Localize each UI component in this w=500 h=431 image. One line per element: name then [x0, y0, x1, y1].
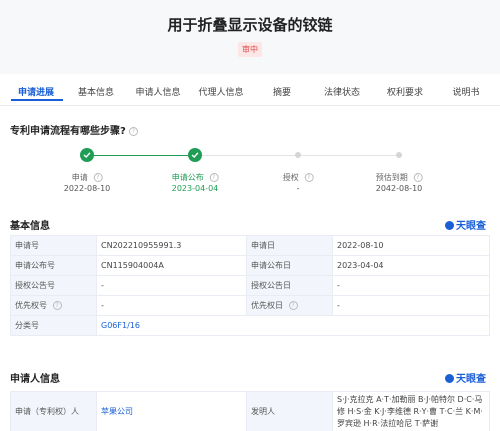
field-label: 申请公布号: [10, 255, 97, 276]
table-row: 分类号 G06F1/16: [10, 315, 490, 336]
step-label-text: 申请: [71, 173, 88, 182]
field-label-text: 优先权日: [251, 301, 283, 310]
brand-logo[interactable]: 天眼查: [445, 217, 486, 232]
field-label: 优先权号 ?: [10, 295, 97, 316]
help-icon[interactable]: ?: [288, 301, 298, 310]
field-value: 2023-04-04: [332, 255, 490, 276]
process-question: 专利申请流程有哪些步骤??: [10, 122, 138, 137]
applicant-info-table: 申请（专利权）人 苹果公司 发明人 S·J·克拉克 A·T·加勒丽 B·J·帕特…: [10, 391, 490, 431]
status-badge: 审中: [238, 42, 262, 57]
table-row: 申请号 CN202210955991.3 申请日 2022-08-10: [10, 235, 490, 256]
step-label-text: 授权: [282, 173, 299, 182]
step-dot-icon: [396, 152, 402, 158]
field-label: 申请公布日: [246, 255, 333, 276]
field-value: CN115904004A: [96, 255, 247, 276]
applicant-link[interactable]: 苹果公司: [96, 391, 247, 431]
help-icon[interactable]: ?: [128, 127, 138, 136]
step-label-text: 预估到期: [375, 173, 408, 182]
active-tab-indicator: [11, 99, 63, 101]
field-value: -: [332, 275, 490, 296]
step-check-icon: [188, 148, 202, 162]
help-icon[interactable]: ?: [52, 301, 62, 310]
step-label-text: 申请公布: [171, 173, 204, 182]
basic-info-table: 申请号 CN202210955991.3 申请日 2022-08-10 申请公布…: [10, 235, 490, 336]
tab-progress[interactable]: 申请进展: [18, 80, 54, 106]
tab-applicant[interactable]: 申请人信息: [135, 80, 180, 106]
step-dot-icon: [295, 152, 301, 158]
help-icon[interactable]: ?: [209, 173, 219, 182]
field-label: 申请日: [246, 235, 333, 256]
table-row: 申请（专利权）人 苹果公司 发明人 S·J·克拉克 A·T·加勒丽 B·J·帕特…: [10, 391, 490, 431]
tab-claims[interactable]: 权利要求: [387, 80, 423, 106]
step-date-apply: 2022-08-10: [63, 184, 111, 193]
tab-agent[interactable]: 代理人信息: [198, 80, 243, 106]
field-label: 授权公告号: [10, 275, 97, 296]
page-title: 用于折叠显示设备的铰链: [167, 16, 333, 34]
step-label-apply: 申请 ?: [72, 172, 103, 183]
field-label: 申请号: [10, 235, 97, 256]
field-label: 申请（专利权）人: [10, 391, 97, 431]
help-icon[interactable]: ?: [304, 173, 314, 182]
step-label-grant: 授权 ?: [283, 172, 314, 183]
brand-logo[interactable]: 天眼查: [445, 370, 486, 385]
brand-icon: [445, 221, 454, 230]
tab-legal-status[interactable]: 法律状态: [324, 80, 360, 106]
field-label: 授权公告日: [246, 275, 333, 296]
field-value: -: [332, 295, 490, 316]
brand-icon: [445, 374, 454, 383]
step-date-publish: 2023-04-04: [171, 184, 219, 193]
table-row: 优先权号 ? - 优先权日 ? -: [10, 295, 490, 316]
help-icon[interactable]: ?: [413, 173, 423, 182]
step-label-publish: 申请公布 ?: [172, 172, 219, 183]
basic-info-title: 基本信息: [10, 221, 50, 232]
progress-line-done: [87, 155, 195, 156]
classification-link[interactable]: G06F1/16: [96, 315, 490, 336]
step-date-expire: 2042-08-10: [375, 184, 423, 193]
step-date-grant: -: [296, 184, 300, 193]
applicant-info-title: 申请人信息: [10, 374, 60, 385]
help-icon[interactable]: ?: [93, 173, 103, 182]
brand-text: 天眼查: [456, 221, 486, 232]
table-row: 授权公告号 - 授权公告日 -: [10, 275, 490, 296]
field-label-text: 优先权号: [15, 301, 47, 310]
field-label: 分类号: [10, 315, 97, 336]
tab-basic-info[interactable]: 基本信息: [78, 80, 114, 106]
inventors-value: S·J·克拉克 A·T·加勒丽 B·J·帕特尔 D·C·马修 H·S·金 K·J…: [332, 391, 490, 431]
process-question-text: 专利申请流程有哪些步骤?: [10, 126, 126, 137]
table-row: 申请公布号 CN115904004A 申请公布日 2023-04-04: [10, 255, 490, 276]
tab-description[interactable]: 说明书: [452, 80, 479, 106]
step-check-icon: [80, 148, 94, 162]
field-value: CN202210955991.3: [96, 235, 247, 256]
brand-text: 天眼查: [456, 374, 486, 385]
field-label: 优先权日 ?: [246, 295, 333, 316]
tab-abstract[interactable]: 摘要: [273, 80, 291, 106]
field-value: -: [96, 275, 247, 296]
field-value: 2022-08-10: [332, 235, 490, 256]
step-label-expire: 预估到期 ?: [376, 172, 423, 183]
field-label: 发明人: [246, 391, 333, 431]
tab-bar: 申请进展 基本信息 申请人信息 代理人信息 摘要 法律状态 权利要求 说明书: [0, 80, 500, 106]
field-value: -: [96, 295, 247, 316]
header-band: [0, 0, 500, 74]
